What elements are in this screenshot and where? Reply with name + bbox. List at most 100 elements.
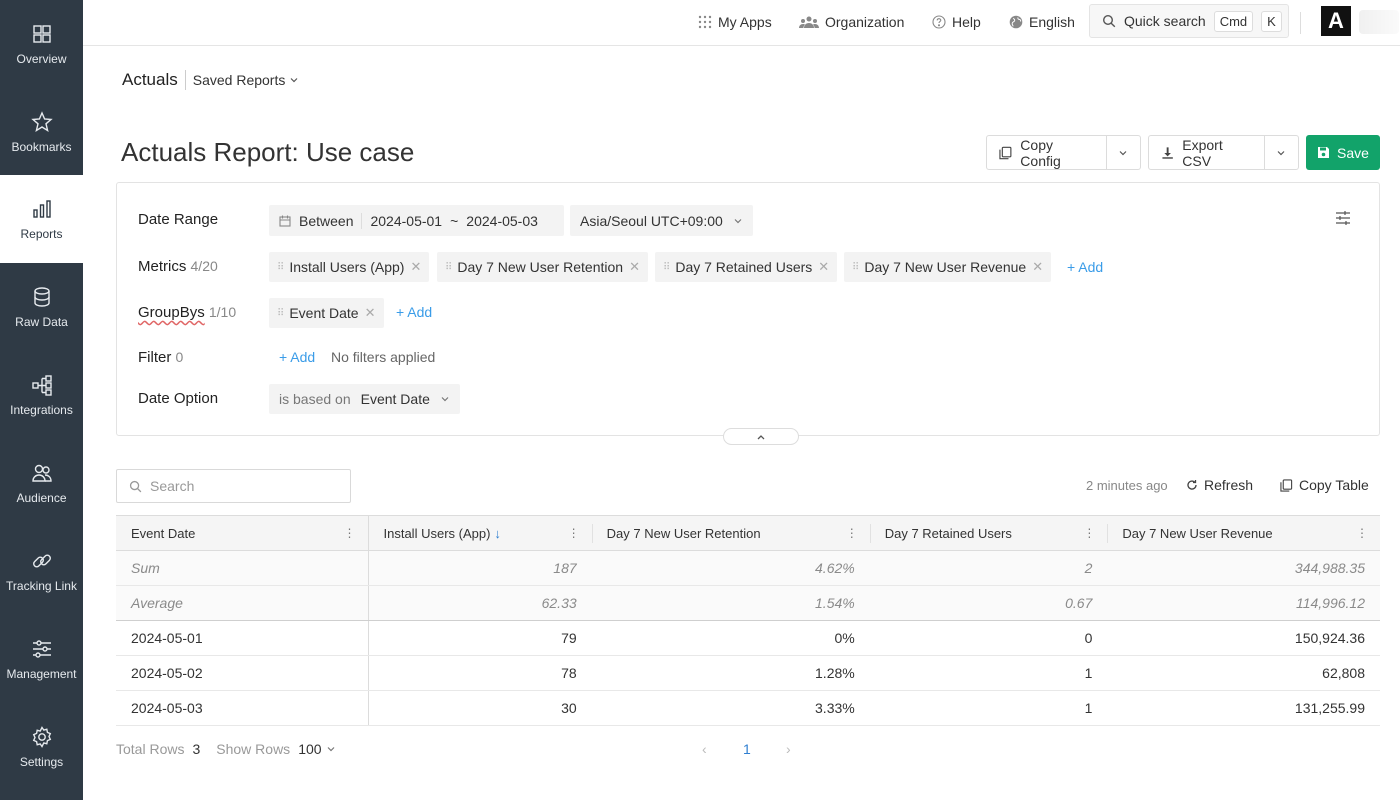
- nav-reports[interactable]: Reports: [0, 175, 83, 263]
- groupby-chip[interactable]: ⠿ Event Date ✕: [269, 298, 384, 328]
- remove-icon[interactable]: ✕: [818, 259, 829, 275]
- drag-handle-icon[interactable]: ⠿: [663, 262, 670, 273]
- table-cell-date: 2024-05-03: [116, 690, 369, 726]
- copy-table-button[interactable]: Copy Table: [1280, 477, 1369, 493]
- column-menu-icon[interactable]: ⋮: [568, 526, 580, 540]
- metric-chip[interactable]: ⠿ Install Users (App) ✕: [269, 252, 430, 282]
- column-menu-icon[interactable]: ⋮: [846, 526, 858, 540]
- user-avatar[interactable]: [1359, 10, 1399, 34]
- gear-icon: [32, 726, 51, 748]
- metric-chip-label: Day 7 Retained Users: [675, 259, 813, 275]
- metrics-label: Metrics 4/20: [138, 258, 218, 275]
- export-csv-button[interactable]: Export CSV: [1149, 136, 1265, 169]
- search-input[interactable]: [150, 478, 330, 494]
- export-csv-menu-button[interactable]: [1265, 136, 1298, 169]
- kbd-cmd: Cmd: [1213, 10, 1254, 32]
- table-cell: 2: [869, 550, 1108, 586]
- metric-chip-label: Install Users (App): [289, 259, 405, 275]
- my-apps-link[interactable]: My Apps: [698, 12, 772, 32]
- nav-label: Raw Data: [15, 315, 68, 329]
- topbar-divider: [1300, 12, 1301, 34]
- kbd-k: K: [1261, 10, 1282, 32]
- star-icon: [30, 111, 53, 132]
- filter-label: Filter 0: [138, 349, 183, 366]
- search-icon: [1102, 14, 1116, 28]
- remove-icon[interactable]: ✕: [410, 259, 421, 275]
- report-config-panel: Date Range Between 2024-05-01 ~ 2024-05-…: [116, 182, 1380, 445]
- date-range-label: Date Range: [138, 211, 219, 228]
- groupbys-count: 1/10: [208, 304, 237, 320]
- table-cell: 114,996.12: [1107, 585, 1380, 621]
- language-selector[interactable]: English: [1009, 12, 1075, 32]
- filter-label-text: Filter: [138, 349, 172, 366]
- nav-bookmarks[interactable]: Bookmarks: [0, 88, 83, 176]
- quick-search-button[interactable]: Quick search Cmd K: [1089, 4, 1289, 38]
- column-header-label: Day 7 New User Revenue: [1122, 525, 1273, 541]
- show-rows-select[interactable]: 100: [298, 741, 335, 757]
- next-page-button[interactable]: ›: [786, 741, 791, 757]
- metric-chip[interactable]: ⠿ Day 7 New User Revenue ✕: [844, 252, 1052, 282]
- add-metric-button[interactable]: + Add: [1067, 259, 1103, 275]
- remove-icon[interactable]: ✕: [365, 305, 376, 321]
- help-link[interactable]: Help: [932, 12, 981, 32]
- show-rows-value: 100: [298, 741, 322, 757]
- tree-icon: [31, 375, 52, 396]
- timezone-select[interactable]: Asia/Seoul UTC+09:00: [570, 205, 753, 236]
- saved-reports-label: Saved Reports: [192, 72, 286, 88]
- quick-search-label: Quick search: [1124, 13, 1206, 29]
- nav-tracking-link[interactable]: Tracking Link: [0, 527, 83, 615]
- nav-label: Tracking Link: [6, 579, 77, 593]
- add-filter-button[interactable]: + Add: [279, 349, 315, 365]
- column-header[interactable]: Event Date ⋮: [116, 515, 369, 551]
- nav-label: Overview: [16, 52, 67, 66]
- bar-chart-icon: [32, 200, 51, 218]
- column-menu-icon[interactable]: ⋮: [1083, 526, 1095, 540]
- sort-desc-icon[interactable]: ↓: [494, 526, 501, 541]
- column-header[interactable]: Day 7 New User Revenue ⋮: [1107, 515, 1380, 551]
- date-range-picker[interactable]: Between 2024-05-01 ~ 2024-05-03: [269, 205, 564, 236]
- column-menu-icon[interactable]: ⋮: [1356, 526, 1368, 540]
- copy-config-menu-button[interactable]: [1107, 136, 1140, 169]
- copy-config-label: Copy Config: [1020, 136, 1061, 169]
- collapse-panel-button[interactable]: [723, 428, 799, 445]
- date-option-value: Event Date: [360, 391, 430, 407]
- drag-handle-icon[interactable]: ⠿: [277, 262, 284, 273]
- settings-tune-icon[interactable]: [1335, 210, 1351, 226]
- nav-management[interactable]: Management: [0, 615, 83, 703]
- table-cell: 0: [869, 620, 1108, 656]
- metric-chip[interactable]: ⠿ Day 7 New User Retention ✕: [437, 252, 648, 282]
- nav-integrations[interactable]: Integrations: [0, 351, 83, 439]
- table-row: 2024-05-03 30 3.33% 1 131,255.99: [116, 690, 1380, 726]
- page-number-current[interactable]: 1: [743, 741, 751, 757]
- chevron-down-icon: [327, 747, 334, 752]
- saved-reports-dropdown[interactable]: Saved Reports: [186, 72, 300, 88]
- refresh-button[interactable]: Refresh: [1186, 477, 1253, 493]
- brand-logo[interactable]: A: [1321, 6, 1351, 36]
- nav-raw-data[interactable]: Raw Data: [0, 263, 83, 351]
- table-cell: 78: [368, 655, 592, 691]
- remove-icon[interactable]: ✕: [629, 259, 640, 275]
- column-header[interactable]: Install Users (App) ↓ ⋮: [368, 515, 592, 551]
- drag-handle-icon[interactable]: ⠿: [852, 262, 859, 273]
- drag-handle-icon[interactable]: ⠿: [277, 308, 284, 319]
- save-button[interactable]: Save: [1306, 135, 1380, 170]
- drag-handle-icon[interactable]: ⠿: [445, 262, 452, 273]
- remove-icon[interactable]: ✕: [1032, 259, 1043, 275]
- column-header[interactable]: Day 7 New User Retention ⋮: [591, 515, 870, 551]
- date-option-select[interactable]: is based on Event Date: [269, 384, 460, 414]
- download-icon: [1162, 146, 1173, 159]
- nav-audience[interactable]: Audience: [0, 439, 83, 527]
- nav-overview[interactable]: Overview: [0, 0, 83, 88]
- add-groupby-button[interactable]: + Add: [396, 304, 432, 320]
- organization-link[interactable]: Organization: [799, 12, 904, 32]
- chevron-down-icon: [1119, 150, 1127, 155]
- column-header[interactable]: Day 7 Retained Users ⋮: [869, 515, 1108, 551]
- column-menu-icon[interactable]: ⋮: [344, 526, 356, 540]
- nav-settings[interactable]: Settings: [0, 703, 83, 791]
- table-cell: 150,924.36: [1107, 620, 1380, 656]
- metric-chip-label: Day 7 New User Retention: [457, 259, 624, 275]
- copy-config-button[interactable]: Copy Config: [987, 136, 1107, 169]
- metric-chip[interactable]: ⠿ Day 7 Retained Users ✕: [655, 252, 838, 282]
- prev-page-button[interactable]: ‹: [702, 741, 707, 757]
- table-search[interactable]: [116, 469, 351, 503]
